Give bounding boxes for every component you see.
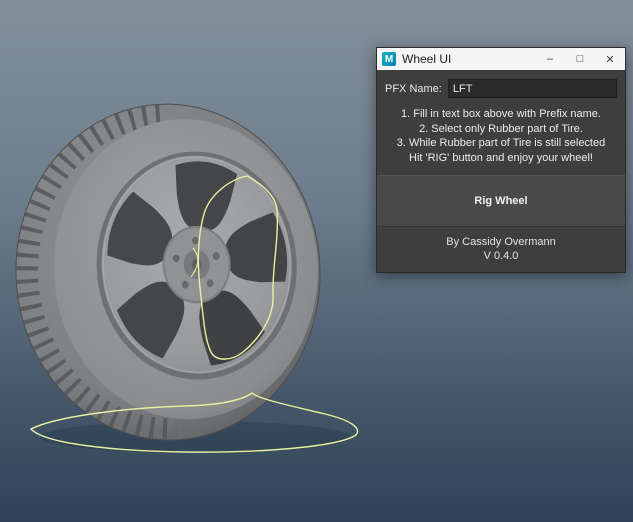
window-controls: – □ ✕ xyxy=(535,48,625,70)
instruction-line-2: 2. Select only Rubber part of Tire. xyxy=(377,122,625,137)
author-credit: By Cassidy Overmann xyxy=(377,236,625,248)
rig-wheel-button[interactable]: Rig Wheel xyxy=(377,175,625,227)
instruction-line-1: 1. Fill in text box above with Prefix na… xyxy=(377,107,625,122)
minimize-button[interactable]: – xyxy=(535,48,565,70)
instruction-line-3: 3. While Rubber part of Tire is still se… xyxy=(377,136,625,151)
pfx-name-label: PFX Name: xyxy=(385,83,442,95)
window-body: PFX Name: 1. Fill in text box above with… xyxy=(377,70,625,272)
pfx-name-row: PFX Name: xyxy=(377,79,625,98)
wheel-model[interactable] xyxy=(7,96,328,447)
close-button[interactable]: ✕ xyxy=(595,48,625,70)
maya-viewport[interactable]: M Wheel UI – □ ✕ PFX Name: 1. Fill in te… xyxy=(0,0,633,522)
maya-icon: M xyxy=(382,52,396,66)
pfx-name-input[interactable] xyxy=(448,79,617,98)
window-title: Wheel UI xyxy=(402,52,535,66)
maximize-button[interactable]: □ xyxy=(565,48,595,70)
instructions: 1. Fill in text box above with Prefix na… xyxy=(377,107,625,165)
titlebar[interactable]: M Wheel UI – □ ✕ xyxy=(377,48,625,70)
wheel-ui-window: M Wheel UI – □ ✕ PFX Name: 1. Fill in te… xyxy=(376,47,626,273)
instruction-line-4: Hit 'RIG' button and enjoy your wheel! xyxy=(377,151,625,166)
version-label: V 0.4.0 xyxy=(377,250,625,272)
